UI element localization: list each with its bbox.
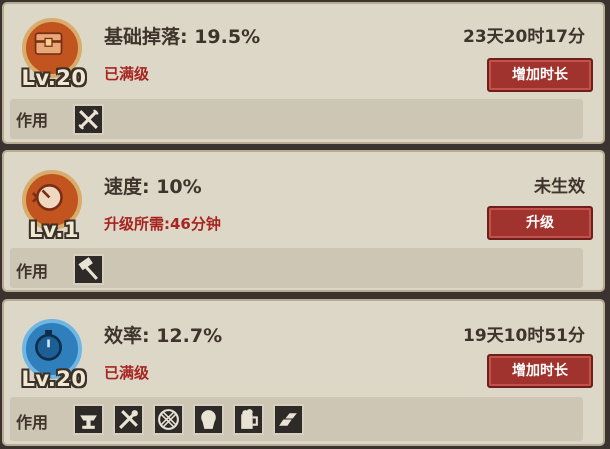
upgrade-requirement: 升级所需:46分钟 — [104, 215, 221, 233]
buff-card-drop: Lv.20 基础掉落: 19.5% 已满级 23天20时17分 增加时长 作用 — [2, 2, 605, 144]
effect-label: 作用 — [16, 262, 49, 281]
upgrade-button[interactable]: 升级 — [487, 206, 593, 240]
buff-card-speed: Lv.1 速度: 10% 升级所需:46分钟 未生效 升级 作用 — [2, 150, 605, 292]
extend-duration-button[interactable]: 增加时长 — [487, 58, 593, 92]
level-status: 已满级 — [104, 364, 150, 382]
effect-label: 作用 — [16, 111, 49, 130]
anvil-icon[interactable] — [73, 404, 104, 435]
buff-title: 速度: 10% — [104, 176, 202, 198]
tools-icon[interactable] — [113, 404, 144, 435]
level-status: 已满级 — [104, 65, 150, 83]
net-icon[interactable] — [153, 404, 184, 435]
buff-title: 基础掉落: 19.5% — [104, 26, 261, 48]
level-label: Lv.20 — [21, 66, 87, 90]
level-label: Lv.1 — [29, 218, 79, 242]
beer-mug-icon[interactable] — [233, 404, 264, 435]
crossed-swords-icon[interactable] — [73, 104, 104, 135]
remaining-time: 19天10时51分 — [463, 326, 585, 346]
hammer-icon[interactable] — [73, 254, 104, 285]
cupcake-icon[interactable] — [193, 404, 224, 435]
buff-card-efficiency: Lv.20 效率: 12.7% 已满级 19天10时51分 增加时长 作用 — [2, 299, 605, 446]
activation-status: 未生效 — [534, 177, 585, 197]
remaining-time: 23天20时17分 — [463, 27, 585, 47]
effect-label: 作用 — [16, 413, 49, 432]
extend-duration-button[interactable]: 增加时长 — [487, 354, 593, 388]
buff-title: 效率: 12.7% — [104, 325, 223, 347]
ingot-icon[interactable] — [273, 404, 304, 435]
level-label: Lv.20 — [21, 367, 87, 391]
